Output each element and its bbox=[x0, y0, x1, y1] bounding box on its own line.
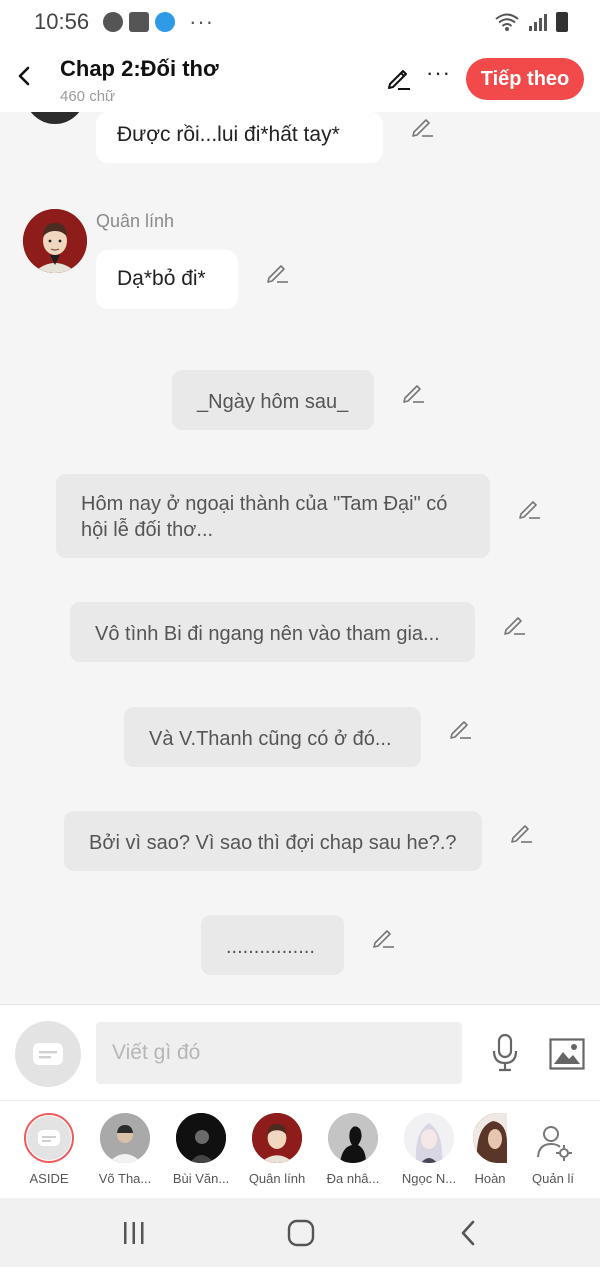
edit-title-icon[interactable] bbox=[386, 64, 412, 90]
message-text: ................ bbox=[226, 936, 315, 958]
cloud-upload-icon bbox=[155, 12, 176, 32]
story-chat: Được rồi...lui đi*hất tay* Quân lính Dạ*… bbox=[0, 112, 600, 1004]
back-arrow-icon[interactable] bbox=[12, 60, 36, 92]
narration-bubble[interactable]: Và V.Thanh cũng có ở đó... bbox=[124, 707, 421, 767]
image-icon[interactable] bbox=[549, 1038, 585, 1070]
system-nav-bar bbox=[0, 1198, 600, 1267]
system-indicators bbox=[494, 12, 568, 32]
avatar-portrait bbox=[100, 1113, 150, 1163]
message-input[interactable] bbox=[112, 1041, 446, 1065]
chapter-header: Chap 2:Đối thơ 460 chữ ··· Tiếp theo bbox=[0, 44, 600, 112]
character-name: Quản lí bbox=[532, 1171, 574, 1186]
recent-apps-icon[interactable] bbox=[121, 1220, 147, 1246]
manage-characters-button[interactable]: Quản lí bbox=[515, 1101, 591, 1199]
narration-bubble[interactable]: ................ bbox=[201, 915, 344, 975]
character-ngoc-n[interactable]: Ngọc N... bbox=[391, 1101, 467, 1199]
avatar bbox=[100, 1113, 150, 1163]
character-name: Đa nhâ... bbox=[326, 1171, 380, 1186]
message-input-box[interactable] bbox=[96, 1022, 462, 1084]
word-count: 460 chữ bbox=[60, 88, 116, 105]
character-name: Võ Tha... bbox=[98, 1171, 152, 1186]
message-text: Hôm nay ở ngoại thành của "Tam Đại" có h… bbox=[81, 493, 448, 541]
avatar bbox=[404, 1113, 454, 1163]
avatar-portrait bbox=[176, 1113, 226, 1163]
home-icon[interactable] bbox=[287, 1219, 315, 1247]
edit-message-icon[interactable] bbox=[372, 925, 396, 949]
signal-icon bbox=[529, 14, 547, 31]
chapter-title: Chap 2:Đối thơ bbox=[60, 56, 219, 81]
next-button[interactable]: Tiếp theo bbox=[466, 58, 584, 100]
character-quan-linh[interactable]: Quân lính bbox=[239, 1101, 315, 1199]
message-text: Dạ*bỏ đi* bbox=[117, 267, 206, 290]
facebook-icon bbox=[129, 12, 150, 32]
character-selector: ASIDE Võ Tha... Bùi Văn... Quân lính Đa … bbox=[0, 1100, 600, 1198]
battery-icon bbox=[556, 12, 568, 32]
message-text: Và V.Thanh cũng có ở đó... bbox=[149, 728, 392, 750]
message-text: _Ngày hôm sau_ bbox=[197, 391, 349, 413]
edit-message-icon[interactable] bbox=[503, 612, 527, 636]
narration-bubble[interactable]: _Ngày hôm sau_ bbox=[172, 370, 374, 430]
avatar bbox=[24, 112, 86, 124]
notification-icons: ··· bbox=[103, 9, 214, 35]
more-notifications-icon: ··· bbox=[189, 9, 215, 34]
edit-message-icon[interactable] bbox=[510, 820, 534, 844]
character-name: Bùi Văn... bbox=[172, 1171, 230, 1186]
narration-bubble[interactable]: Bởi vì sao? Vì sao thì đợi chap sau he?.… bbox=[64, 811, 482, 871]
avatar-portrait bbox=[404, 1113, 454, 1163]
avatar bbox=[24, 1113, 74, 1163]
character-hoan[interactable]: Hoàn bbox=[457, 1101, 521, 1199]
microphone-icon[interactable] bbox=[490, 1033, 520, 1073]
wifi-icon bbox=[495, 13, 519, 31]
user-settings-icon bbox=[537, 1126, 572, 1161]
message-text: Bởi vì sao? Vì sao thì đợi chap sau he?.… bbox=[89, 832, 457, 854]
avatar bbox=[252, 1113, 302, 1163]
character-name: ASIDE bbox=[29, 1171, 69, 1186]
character-name: Ngọc N... bbox=[401, 1171, 457, 1186]
dialogue-bubble[interactable]: Dạ*bỏ đi* bbox=[96, 250, 238, 309]
edit-message-icon[interactable] bbox=[518, 496, 542, 520]
edit-message-icon[interactable] bbox=[411, 114, 435, 138]
character-name: Quân lính bbox=[248, 1171, 306, 1186]
avatar-portrait bbox=[252, 1113, 302, 1163]
status-time: 10:56 bbox=[34, 9, 90, 34]
more-options-icon[interactable]: ··· bbox=[426, 60, 451, 86]
avatar bbox=[176, 1113, 226, 1163]
message-text: Được rồi...lui đi*hất tay* bbox=[117, 123, 340, 146]
pinterest-icon bbox=[103, 12, 124, 32]
aside-icon bbox=[33, 1043, 63, 1065]
character-name: Hoàn bbox=[474, 1171, 506, 1186]
status-bar: 10:56 ··· bbox=[0, 0, 600, 44]
dialogue-bubble[interactable]: Được rồi...lui đi*hất tay* bbox=[96, 112, 383, 163]
aside-mode-button[interactable] bbox=[15, 1021, 81, 1087]
edit-message-icon[interactable] bbox=[449, 716, 473, 740]
message-text: Vô tình Bi đi ngang nên vào tham gia... bbox=[95, 623, 440, 645]
avatar-portrait bbox=[23, 209, 87, 273]
character-da-nha[interactable]: Đa nhâ... bbox=[315, 1101, 391, 1199]
edit-message-icon[interactable] bbox=[266, 260, 290, 284]
character-vo-thanh[interactable]: Võ Tha... bbox=[87, 1101, 163, 1199]
character-aside[interactable]: ASIDE bbox=[11, 1101, 87, 1199]
avatar-portrait bbox=[328, 1113, 378, 1163]
aside-icon bbox=[38, 1130, 60, 1146]
message-composer bbox=[0, 1004, 600, 1100]
avatar-portrait bbox=[473, 1113, 507, 1163]
edit-message-icon[interactable] bbox=[402, 380, 426, 404]
back-nav-icon[interactable] bbox=[458, 1219, 480, 1247]
narration-bubble[interactable]: Hôm nay ở ngoại thành của "Tam Đại" có h… bbox=[56, 474, 490, 558]
narration-bubble[interactable]: Vô tình Bi đi ngang nên vào tham gia... bbox=[70, 602, 475, 662]
speaker-name: Quân lính bbox=[96, 211, 175, 231]
avatar bbox=[328, 1113, 378, 1163]
character-avatar-quan-linh[interactable] bbox=[23, 209, 87, 273]
avatar bbox=[473, 1113, 507, 1163]
character-bui-van[interactable]: Bùi Văn... bbox=[163, 1101, 239, 1199]
